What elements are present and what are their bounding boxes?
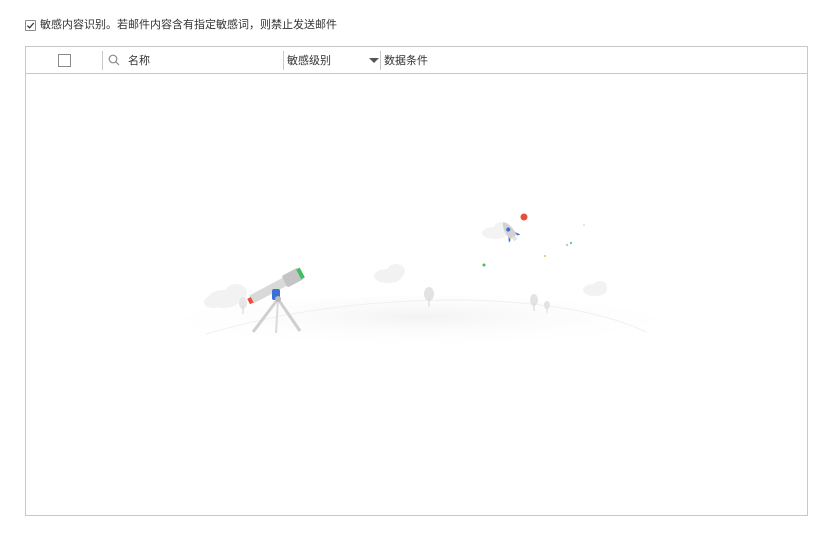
star-dot — [482, 263, 486, 267]
star-dot — [570, 242, 572, 244]
planet-dot — [520, 213, 528, 221]
check-icon — [26, 22, 35, 29]
star-dot — [544, 255, 546, 257]
sensitive-content-checkbox[interactable] — [25, 19, 36, 31]
cloud-icon — [583, 281, 607, 296]
sensitive-content-label: 敏感内容识别。若邮件内容含有指定敏感词，则禁止发送邮件 — [40, 18, 337, 31]
sensitive-content-option[interactable]: 敏感内容识别。若邮件内容含有指定敏感词，则禁止发送邮件 — [25, 18, 337, 32]
star-dot — [565, 243, 569, 247]
empty-state-illustration — [179, 213, 659, 348]
star-dot — [583, 224, 585, 226]
cloud-icon — [374, 264, 405, 283]
sensitive-words-table: 名称 敏感级别 数据条件 — [25, 46, 808, 516]
